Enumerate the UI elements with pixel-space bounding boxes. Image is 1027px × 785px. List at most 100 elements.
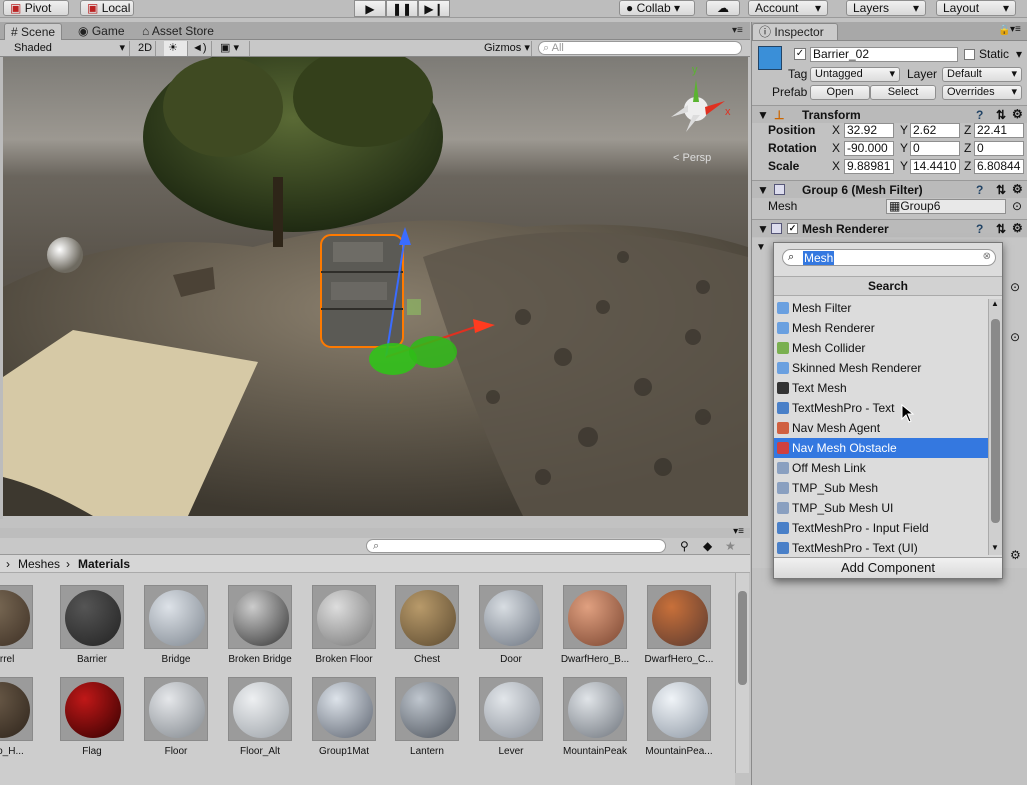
cloud-button[interactable]: ☁ [706, 0, 740, 16]
tag-dropdown[interactable]: Untagged ▾ [810, 67, 900, 82]
component-item[interactable]: TMP_Sub Mesh [774, 478, 988, 498]
preset-icon[interactable]: ⇅ [996, 222, 1006, 236]
foldout-arrow-icon[interactable]: ▼ [757, 183, 769, 197]
breadcrumb-meshes[interactable]: Meshes [18, 557, 60, 571]
foldout-arrow-icon[interactable]: ▼ [757, 108, 769, 122]
layout-dropdown[interactable]: Layout ▾ [936, 0, 1016, 16]
position-y-field[interactable]: 2.62 [910, 123, 960, 138]
mesh-object-field[interactable]: ▦Group6 [886, 199, 1006, 214]
preset-icon[interactable]: ⇅ [996, 183, 1006, 197]
scene-viewport[interactable]: y x < Persp [3, 57, 748, 516]
component-search-field[interactable]: ⌕ Mesh ⊗ [782, 249, 996, 266]
mesh-renderer-header[interactable]: ▼ ✓ Mesh Renderer ? ⇅ ⚙ [752, 219, 1027, 237]
asset-grid-scrollbar[interactable] [735, 573, 749, 773]
scrollbar-thumb[interactable] [738, 591, 747, 685]
asset-tile[interactable]: MountainPea... [637, 677, 721, 758]
asset-tile[interactable]: Broken Floor [302, 585, 386, 666]
asset-tile[interactable]: Floor_Alt [218, 677, 302, 758]
active-checkbox[interactable]: ✓ [794, 48, 806, 60]
gizmos-dropdown[interactable]: Gizmos ▾ [480, 41, 532, 56]
play-button[interactable]: ▶ [354, 0, 386, 17]
audio-toggle[interactable]: ◄) [188, 41, 212, 56]
asset-tile[interactable]: Barrier [50, 585, 134, 666]
position-x-field[interactable]: 32.92 [844, 123, 894, 138]
object-picker-icon[interactable]: ⊙ [1012, 199, 1022, 213]
component-item[interactable]: Mesh Renderer [774, 318, 988, 338]
asset-tile[interactable]: Lantern [385, 677, 469, 758]
gizmo-plane-handle[interactable] [369, 343, 417, 375]
component-item[interactable]: Mesh Filter [774, 298, 988, 318]
scroll-down-icon[interactable]: ▼ [991, 543, 999, 552]
tab-asset-store[interactable]: ⌂ Asset Store [136, 23, 220, 40]
lock-icon[interactable]: 🔒 [998, 25, 1010, 36]
tab-inspector[interactable]: ⓘ Inspector [752, 23, 838, 40]
scale-x-field[interactable]: 9.88981 [844, 159, 894, 174]
asset-tile[interactable]: Group1Mat [302, 677, 386, 758]
asset-tile[interactable]: Bridge [134, 585, 218, 666]
effects-dropdown[interactable]: ▣ ▾ [216, 41, 250, 56]
rotation-y-field[interactable]: 0 [910, 141, 960, 156]
rotation-x-field[interactable]: -90.000 [844, 141, 894, 156]
asset-tile[interactable]: Lever [469, 677, 553, 758]
object-picker-icon[interactable]: ⊙ [1010, 280, 1020, 294]
panel-menu-icon[interactable]: ▾≡ [1010, 24, 1021, 35]
component-item[interactable]: TextMeshPro - Text (UI) [774, 538, 988, 555]
object-name-field[interactable]: Barrier_02 [810, 47, 958, 62]
pause-button[interactable]: ❚❚ [386, 0, 418, 17]
collab-dropdown[interactable]: ● Collab ▾ [619, 0, 695, 16]
component-item[interactable]: TMP_Sub Mesh UI [774, 498, 988, 518]
static-checkbox[interactable] [964, 49, 975, 60]
component-item[interactable]: Nav Mesh Obstacle [774, 438, 988, 458]
prefab-overrides-dropdown[interactable]: Overrides ▾ [942, 85, 1022, 100]
panel-menu-icon[interactable]: ▾≡ [733, 526, 744, 537]
lighting-toggle[interactable]: ☀ [164, 41, 188, 56]
scale-y-field[interactable]: 14.4410 [910, 159, 960, 174]
help-icon[interactable]: ? [976, 108, 983, 122]
asset-tile[interactable]: DwarfHero_B... [553, 585, 637, 666]
account-dropdown[interactable]: Account ▾ [748, 0, 828, 16]
breadcrumb-materials[interactable]: Materials [78, 557, 130, 571]
asset-tile[interactable]: Floor [134, 677, 218, 758]
asset-tile[interactable]: DwarfHero_C... [637, 585, 721, 666]
asset-tile[interactable]: Door [469, 585, 553, 666]
toggle-2d-button[interactable]: 2D [134, 41, 156, 56]
favorite-icon[interactable]: ★ [725, 539, 736, 553]
asset-tile[interactable]: Broken Bridge [218, 585, 302, 666]
scroll-up-icon[interactable]: ▲ [991, 299, 999, 308]
asset-tile[interactable]: Barrel [0, 585, 43, 666]
mesh-renderer-enabled-checkbox[interactable]: ✓ [787, 223, 798, 234]
asset-tile[interactable]: Chest [385, 585, 469, 666]
layer-dropdown[interactable]: Default ▾ [942, 67, 1022, 82]
object-picker-icon[interactable]: ⊙ [1010, 330, 1020, 344]
gear-icon[interactable]: ⚙ [1010, 548, 1021, 562]
help-icon[interactable]: ? [976, 183, 983, 197]
tab-game[interactable]: ◉ Game [72, 23, 131, 40]
step-button[interactable]: ▶❙ [418, 0, 450, 17]
panel-menu-icon[interactable]: ▾≡ [726, 23, 749, 40]
component-item[interactable]: Mesh Collider [774, 338, 988, 358]
position-z-field[interactable]: 22.41 [974, 123, 1024, 138]
filter-type-icon[interactable]: ⚲ [680, 539, 689, 553]
mesh-filter-header[interactable]: ▼ Group 6 (Mesh Filter) ? ⇅ ⚙ [752, 180, 1027, 198]
transform-header[interactable]: ▼ ⊥ Transform ? ⇅ ⚙ [752, 105, 1027, 123]
orientation-gizmo[interactable]: y x [671, 64, 731, 132]
component-item[interactable]: TextMeshPro - Input Field [774, 518, 988, 538]
sphere-object[interactable] [47, 237, 83, 273]
foldout-arrow-icon[interactable]: ▼ [757, 222, 769, 236]
gear-icon[interactable]: ⚙ [1012, 182, 1023, 196]
project-search-input[interactable]: ⌕ [366, 539, 666, 553]
add-component-button[interactable]: Add Component [774, 557, 1002, 578]
persp-label[interactable]: < Persp [673, 152, 711, 164]
shading-mode-dropdown[interactable]: Shaded ▾ [10, 41, 130, 56]
prefab-select-button[interactable]: Select [870, 85, 936, 100]
clear-search-icon[interactable]: ⊗ [983, 251, 991, 262]
component-item[interactable]: Off Mesh Link [774, 458, 988, 478]
gear-icon[interactable]: ⚙ [1012, 107, 1023, 121]
component-item[interactable]: Text Mesh [774, 378, 988, 398]
scale-z-field[interactable]: 6.80844 [974, 159, 1024, 174]
filter-label-icon[interactable]: ◆ [703, 539, 712, 553]
asset-tile[interactable]: MountainPeak [553, 677, 637, 758]
pivot-toggle[interactable]: ▣ Pivot [3, 0, 69, 16]
scene-search-input[interactable]: ⌕ All [538, 41, 742, 55]
local-toggle[interactable]: ▣ Local [80, 0, 134, 16]
